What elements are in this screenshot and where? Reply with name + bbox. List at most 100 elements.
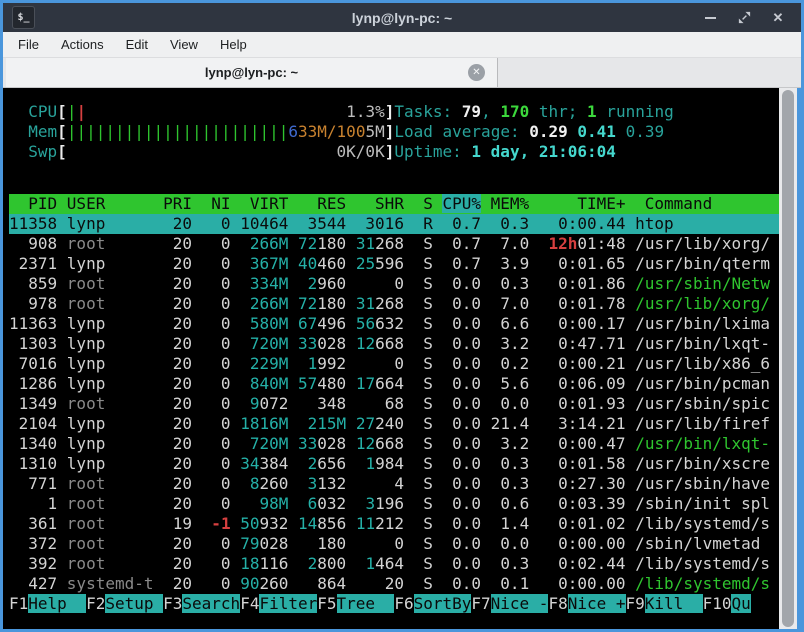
fkey-key[interactable]: F3 (163, 594, 182, 613)
fkey-kill[interactable]: F9Kill (626, 594, 703, 613)
text-segment: 240 (375, 414, 404, 433)
title-bar[interactable]: $_ lynp@lyn-pc: ~ ✕ (3, 3, 801, 32)
process-table-header[interactable]: PID USER PRI NI VIRT RES SHR S CPU% MEM%… (9, 194, 779, 214)
text-segment: /usr/lib/xorg/ (635, 294, 770, 313)
text-segment: 984 (375, 454, 404, 473)
text-segment: 2 (308, 554, 318, 573)
fkey-label[interactable]: Tree (337, 594, 395, 613)
fkey-label[interactable]: Help (28, 594, 86, 613)
fkey-search[interactable]: F3Search (163, 594, 240, 613)
text-segment: 720M (240, 434, 288, 453)
process-row[interactable]: 2104 lynp 20 0 1816M 215M 27240 S 0.0 21… (9, 414, 779, 434)
process-row[interactable]: 1340 lynp 20 0 720M 33028 12668 S 0.0 3.… (9, 434, 779, 454)
fkey-key[interactable]: F8 (548, 594, 567, 613)
menu-item-help[interactable]: Help (210, 34, 257, 55)
text-segment: 20 0 (154, 374, 241, 393)
process-row[interactable]: 1286 lynp 20 0 840M 57480 17664 S 0.0 5.… (9, 374, 779, 394)
text-segment: 19 (154, 514, 202, 533)
fkey-key[interactable]: F9 (626, 594, 645, 613)
swp-meter-and-uptime: Swp[ 0K/0K]Uptime: 1 day, 21:06:04 (9, 142, 779, 162)
text-segment: 18 (240, 554, 259, 573)
fkey-label[interactable]: Nice + (568, 594, 626, 613)
fkey-key[interactable]: F7 (471, 594, 490, 613)
text-segment: 664 (375, 374, 404, 393)
text-segment (288, 434, 298, 453)
text-segment: root (67, 294, 154, 313)
text-segment: 20 0 (154, 394, 241, 413)
process-row[interactable]: 978 root 20 0 266M 72180 31268 S 0.0 7.0… (9, 294, 779, 314)
fkey-key[interactable]: F4 (240, 594, 259, 613)
text-segment: | (76, 102, 86, 121)
text-segment (288, 254, 298, 273)
scrollbar-thumb[interactable] (782, 90, 794, 627)
fkey-key[interactable]: F1 (9, 594, 28, 613)
close-button[interactable]: ✕ (767, 7, 789, 29)
text-segment: 5M (365, 122, 384, 141)
tab-close-icon[interactable]: ✕ (468, 64, 485, 81)
process-row[interactable]: 392 root 20 0 18116 2800 1464 S 0.0 0.3 … (9, 554, 779, 574)
text-segment: 072 (259, 394, 288, 413)
menu-item-file[interactable]: File (8, 34, 49, 55)
process-row[interactable]: 1303 lynp 20 0 720M 33028 12668 S 0.0 3.… (9, 334, 779, 354)
process-row[interactable]: 427 systemd-t 20 0 90260 864 20 S 0.0 0.… (9, 574, 779, 594)
fkey-label[interactable]: Nice - (491, 594, 549, 613)
process-row[interactable]: 908 root 20 0 266M 72180 31268 S 0.7 7.0… (9, 234, 779, 254)
text-segment: 1 (587, 102, 597, 121)
fkey-qu[interactable]: F10Qu (703, 594, 751, 613)
scrollbar[interactable] (779, 88, 797, 629)
text-segment: 212 (375, 514, 404, 533)
process-row-selected[interactable]: 11358 lynp 20 0 10464 3544 3016 R 0.7 0.… (9, 214, 779, 234)
fkey-key[interactable]: F2 (86, 594, 105, 613)
process-row[interactable]: 361 root 19 -1 50932 14856 11212 S 0.0 1… (9, 514, 779, 534)
text-segment: 392 (9, 554, 67, 573)
process-row[interactable]: 11363 lynp 20 0 580M 67496 56632 S 0.0 6… (9, 314, 779, 334)
process-row[interactable]: 1 root 20 0 98M 6032 3196 S 0.0 0.6 0:03… (9, 494, 779, 514)
restore-button[interactable] (733, 7, 755, 29)
text-segment (288, 494, 307, 513)
fkey-label[interactable]: Kill (645, 594, 703, 613)
fkey-key[interactable]: F5 (317, 594, 336, 613)
menu-item-view[interactable]: View (160, 34, 208, 55)
text-segment: /lib/systemd/s (635, 574, 770, 593)
fkey-label[interactable]: SortBy (414, 594, 472, 613)
text-segment: 215M (308, 414, 347, 433)
text-segment: 268 (375, 234, 404, 253)
minimize-button[interactable] (699, 7, 721, 29)
text-segment: 1 (9, 494, 67, 513)
fkey-label[interactable]: Qu (731, 594, 750, 613)
fkey-key[interactable]: F10 (703, 594, 732, 613)
process-row[interactable]: 2371 lynp 20 0 367M 40460 25596 S 0.7 3.… (9, 254, 779, 274)
text-segment: [ (57, 142, 67, 161)
text-segment (288, 314, 298, 333)
process-row[interactable]: 7016 lynp 20 0 229M 1992 0 S 0.0 0.2 0:0… (9, 354, 779, 374)
process-row[interactable]: 771 root 20 0 8260 3132 4 S 0.0 0.3 0:27… (9, 474, 779, 494)
fkey-label[interactable]: Setup (105, 594, 163, 613)
fkey-nice-[interactable]: F7Nice - (471, 594, 548, 613)
process-row[interactable]: 372 root 20 0 79028 180 0 S 0.0 0.0 0:00… (9, 534, 779, 554)
text-segment: 01:48 (577, 234, 625, 253)
fkey-sortby[interactable]: F6SortBy (394, 594, 471, 613)
menu-item-actions[interactable]: Actions (51, 34, 114, 55)
text-segment: lynp (67, 314, 154, 333)
process-row[interactable]: 1310 lynp 20 0 34384 2656 1984 S 0.0 0.3… (9, 454, 779, 474)
tab-terminal[interactable]: lynp@lyn-pc: ~ ✕ (6, 58, 498, 87)
process-row[interactable]: 859 root 20 0 334M 2960 0 S 0.0 0.3 0:01… (9, 274, 779, 294)
text-segment: 480 (317, 374, 346, 393)
terminal-screen[interactable]: CPU[|| 1.3%]Tasks: 79, 170 thr; 1 runnin… (3, 88, 779, 629)
fkey-label[interactable]: Search (182, 594, 240, 613)
text-segment: CPU% (442, 194, 481, 213)
menu-item-edit[interactable]: Edit (116, 34, 158, 55)
fkey-setup[interactable]: F2Setup (86, 594, 163, 613)
fkey-nice-[interactable]: F8Nice + (548, 594, 625, 613)
text-segment: lynp (67, 254, 154, 273)
text-segment: S 0.0 1.4 0:01.02 /lib/systemd/s (404, 514, 770, 533)
fkey-key[interactable]: F6 (394, 594, 413, 613)
fkey-help[interactable]: F1Help (9, 594, 86, 613)
fkey-label[interactable]: Filter (259, 594, 317, 613)
text-segment: 720M (240, 334, 288, 353)
process-row[interactable]: 1349 root 20 0 9072 348 68 S 0.0 0.0 0:0… (9, 394, 779, 414)
fkey-tree[interactable]: F5Tree (317, 594, 394, 613)
text-segment: 20 0 (154, 254, 241, 273)
fkey-filter[interactable]: F4Filter (240, 594, 317, 613)
text-segment (288, 374, 298, 393)
